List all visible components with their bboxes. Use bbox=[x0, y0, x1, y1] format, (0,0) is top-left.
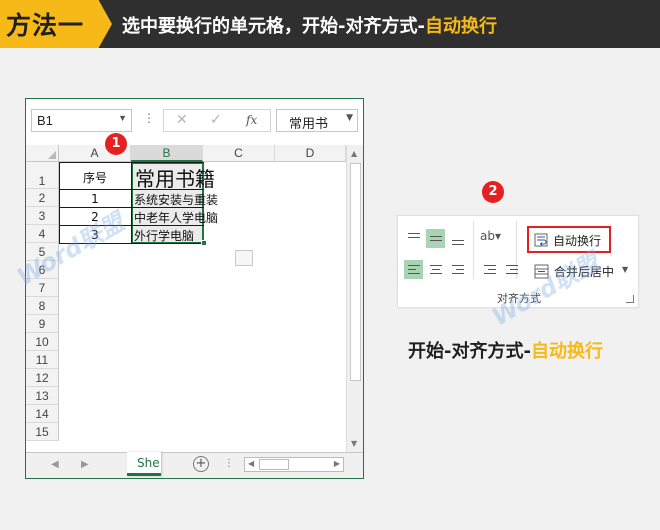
row-header[interactable]: 10 bbox=[26, 333, 59, 351]
cell-b2[interactable]: 系统安装与重装 bbox=[134, 191, 218, 208]
cell-b3[interactable]: 中老年人学电脑 bbox=[134, 209, 218, 226]
excel-window: B1 ▼ ⋮ ✕ ✓ fx 常用书 ▼ A B C D 1 2 3 4 5 6 … bbox=[25, 98, 364, 479]
row-header[interactable]: 12 bbox=[26, 369, 59, 387]
scroll-down-icon[interactable]: ▼ bbox=[351, 439, 357, 448]
row-header[interactable]: 14 bbox=[26, 405, 59, 423]
sheet-tab[interactable]: She bbox=[127, 452, 161, 476]
prev-sheet-icon[interactable]: ◀ bbox=[51, 459, 59, 470]
cell-a1[interactable]: 序号 bbox=[59, 169, 131, 186]
banner-title-main: 选中要换行的单元格，开始-对齐方式- bbox=[122, 16, 425, 37]
chevron-down-icon[interactable]: ▼ bbox=[622, 265, 628, 274]
row-header[interactable]: 15 bbox=[26, 423, 59, 441]
row-header[interactable]: 8 bbox=[26, 297, 59, 315]
scroll-thumb[interactable] bbox=[350, 163, 361, 381]
orientation-icon[interactable]: ab▾ bbox=[480, 229, 506, 248]
name-box[interactable]: B1 ▼ bbox=[31, 109, 132, 132]
cancel-icon[interactable]: ✕ bbox=[176, 112, 188, 128]
column-header-b[interactable]: B bbox=[131, 145, 203, 162]
banner-title-highlight: 自动换行 bbox=[424, 16, 497, 37]
method-tag-text: 方法一 bbox=[6, 11, 85, 40]
row-header[interactable]: 1 bbox=[26, 162, 59, 189]
formula-content[interactable]: 常用书 ▼ bbox=[276, 109, 358, 132]
sheet-tab-bar: ◀ ▶ She + ⋮ ◀ ▶ bbox=[26, 452, 363, 478]
cell-grid[interactable]: 序号 常用书籍 1 系统安装与重装 2 中老年人学电脑 3 外行学电脑 bbox=[59, 162, 346, 452]
column-header-d[interactable]: D bbox=[275, 145, 346, 162]
scroll-left-icon[interactable]: ◀ bbox=[248, 459, 254, 468]
step-caption-main: 开始-对齐方式- bbox=[408, 341, 531, 362]
more-vertical-icon: ⋮ bbox=[224, 458, 234, 469]
align-center-icon[interactable] bbox=[426, 260, 445, 279]
align-middle-icon[interactable] bbox=[426, 229, 445, 248]
scroll-up-icon[interactable]: ▲ bbox=[351, 149, 357, 158]
cell-a2[interactable]: 1 bbox=[59, 192, 131, 206]
formula-content-value: 常用书 bbox=[289, 117, 329, 132]
step-caption: 开始-对齐方式-自动换行 bbox=[408, 337, 603, 363]
fill-handle[interactable] bbox=[201, 240, 207, 246]
header-banner: 方法一 选中要换行的单元格，开始-对齐方式-自动换行 bbox=[0, 0, 660, 48]
formula-buttons: ✕ ✓ fx bbox=[163, 109, 271, 132]
quick-analysis-icon[interactable] bbox=[235, 250, 253, 266]
row-header[interactable]: 3 bbox=[26, 207, 59, 225]
align-right-icon[interactable] bbox=[448, 260, 467, 279]
next-sheet-icon[interactable]: ▶ bbox=[81, 459, 89, 470]
formula-bar: B1 ▼ ⋮ ✕ ✓ fx 常用书 ▼ bbox=[26, 99, 363, 144]
step-badge-2: 2 bbox=[482, 181, 504, 203]
wrap-text-icon bbox=[534, 233, 548, 247]
wrap-text-label: 自动换行 bbox=[553, 234, 602, 248]
vertical-scrollbar[interactable]: ▲ ▼ bbox=[346, 145, 363, 452]
cell-b1[interactable]: 常用书籍 bbox=[135, 163, 215, 192]
tutorial-canvas: 方法一 选中要换行的单元格，开始-对齐方式-自动换行 B1 ▼ ⋮ ✕ ✓ fx… bbox=[0, 0, 660, 530]
wrap-text-button[interactable]: 自动换行 bbox=[527, 226, 611, 253]
chevron-down-icon[interactable]: ▼ bbox=[346, 113, 353, 123]
decrease-indent-icon[interactable] bbox=[480, 260, 499, 279]
dialog-launcher-icon[interactable] bbox=[626, 295, 634, 303]
more-vertical-icon: ⋮ bbox=[143, 111, 155, 125]
horizontal-scrollbar[interactable]: ◀ ▶ bbox=[244, 457, 344, 472]
align-left-icon[interactable] bbox=[404, 260, 423, 279]
column-header-c[interactable]: C bbox=[203, 145, 275, 162]
method-tag: 方法一 bbox=[0, 0, 112, 48]
row-header[interactable]: 9 bbox=[26, 315, 59, 333]
scroll-right-icon[interactable]: ▶ bbox=[334, 459, 340, 468]
scroll-thumb[interactable] bbox=[259, 459, 289, 470]
align-bottom-icon[interactable] bbox=[448, 229, 467, 248]
row-header[interactable]: 13 bbox=[26, 387, 59, 405]
select-all-corner[interactable] bbox=[26, 145, 59, 162]
row-header[interactable]: 11 bbox=[26, 351, 59, 369]
chevron-down-icon[interactable]: ▼ bbox=[118, 113, 127, 123]
confirm-icon[interactable]: ✓ bbox=[210, 112, 222, 128]
add-sheet-icon[interactable]: + bbox=[193, 456, 209, 472]
banner-title: 选中要换行的单元格，开始-对齐方式-自动换行 bbox=[122, 12, 497, 38]
cell-b4[interactable]: 外行学电脑 bbox=[134, 227, 194, 244]
row-header[interactable]: 2 bbox=[26, 189, 59, 207]
step-caption-highlight: 自动换行 bbox=[530, 341, 603, 362]
insert-function-icon[interactable]: fx bbox=[246, 113, 257, 127]
name-box-value: B1 bbox=[37, 113, 53, 128]
table-border bbox=[131, 162, 132, 244]
ribbon-separator bbox=[473, 221, 474, 279]
increase-indent-icon[interactable] bbox=[502, 260, 521, 279]
step-badge-1: 1 bbox=[105, 133, 127, 155]
align-top-icon[interactable] bbox=[404, 229, 423, 248]
